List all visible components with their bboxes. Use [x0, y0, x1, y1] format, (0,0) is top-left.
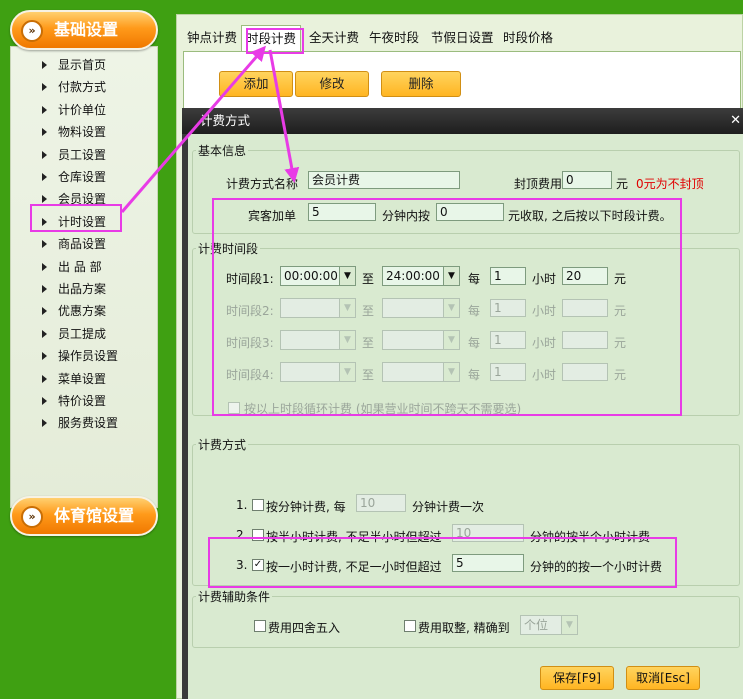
annotation-arrows — [120, 45, 300, 213]
arrow-to-tab — [120, 45, 266, 213]
arrow-to-dialog — [268, 49, 300, 183]
